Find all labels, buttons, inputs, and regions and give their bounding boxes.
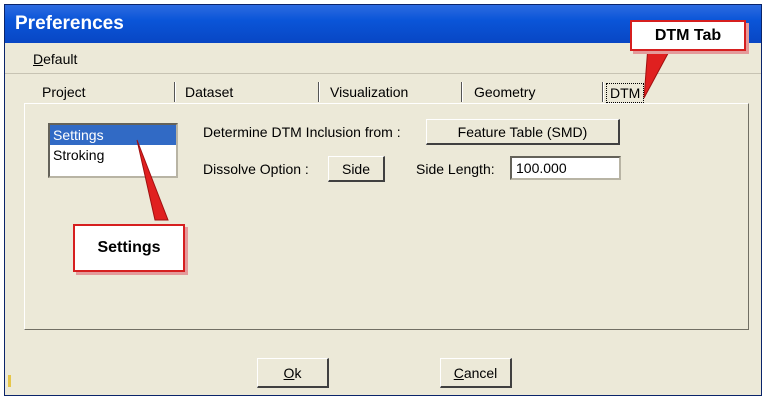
- decorative-marker: [8, 375, 11, 387]
- tab-visualization[interactable]: Visualization: [330, 84, 408, 100]
- dissolve-option-label: Dissolve Option :: [203, 161, 309, 177]
- list-item-settings[interactable]: Settings: [50, 125, 176, 145]
- cancel-button[interactable]: Cancel: [440, 358, 512, 388]
- tab-dataset[interactable]: Dataset: [185, 84, 233, 100]
- category-list[interactable]: Settings Stroking: [48, 123, 178, 178]
- tab-separator: [174, 82, 176, 102]
- tab-separator: [602, 82, 604, 102]
- tab-separator: [318, 82, 320, 102]
- ok-rest: k: [294, 365, 302, 381]
- dtm-tab-callout: DTM Tab: [630, 20, 746, 51]
- tab-project[interactable]: Project: [42, 84, 86, 100]
- tab-geometry[interactable]: Geometry: [474, 84, 535, 100]
- dissolve-option-button[interactable]: Side: [328, 156, 385, 182]
- side-length-label: Side Length:: [416, 161, 495, 177]
- side-length-input[interactable]: 100.000: [510, 156, 621, 180]
- settings-callout: Settings: [73, 224, 185, 272]
- tab-dtm[interactable]: DTM: [606, 83, 645, 103]
- tab-separator: [461, 82, 463, 102]
- list-item-stroking[interactable]: Stroking: [50, 145, 176, 165]
- cancel-mnemonic: C: [453, 365, 464, 381]
- menu-default-mnemonic: D: [33, 51, 44, 67]
- ok-button[interactable]: Ok: [257, 358, 329, 388]
- menu-default[interactable]: Default: [33, 51, 77, 67]
- cancel-rest: ancel: [463, 365, 498, 381]
- window-title: Preferences: [15, 13, 124, 34]
- dtm-inclusion-label: Determine DTM Inclusion from :: [203, 124, 401, 140]
- menu-default-rest: efault: [43, 51, 78, 67]
- dtm-inclusion-button[interactable]: Feature Table (SMD): [426, 119, 620, 145]
- ok-mnemonic: O: [283, 365, 295, 381]
